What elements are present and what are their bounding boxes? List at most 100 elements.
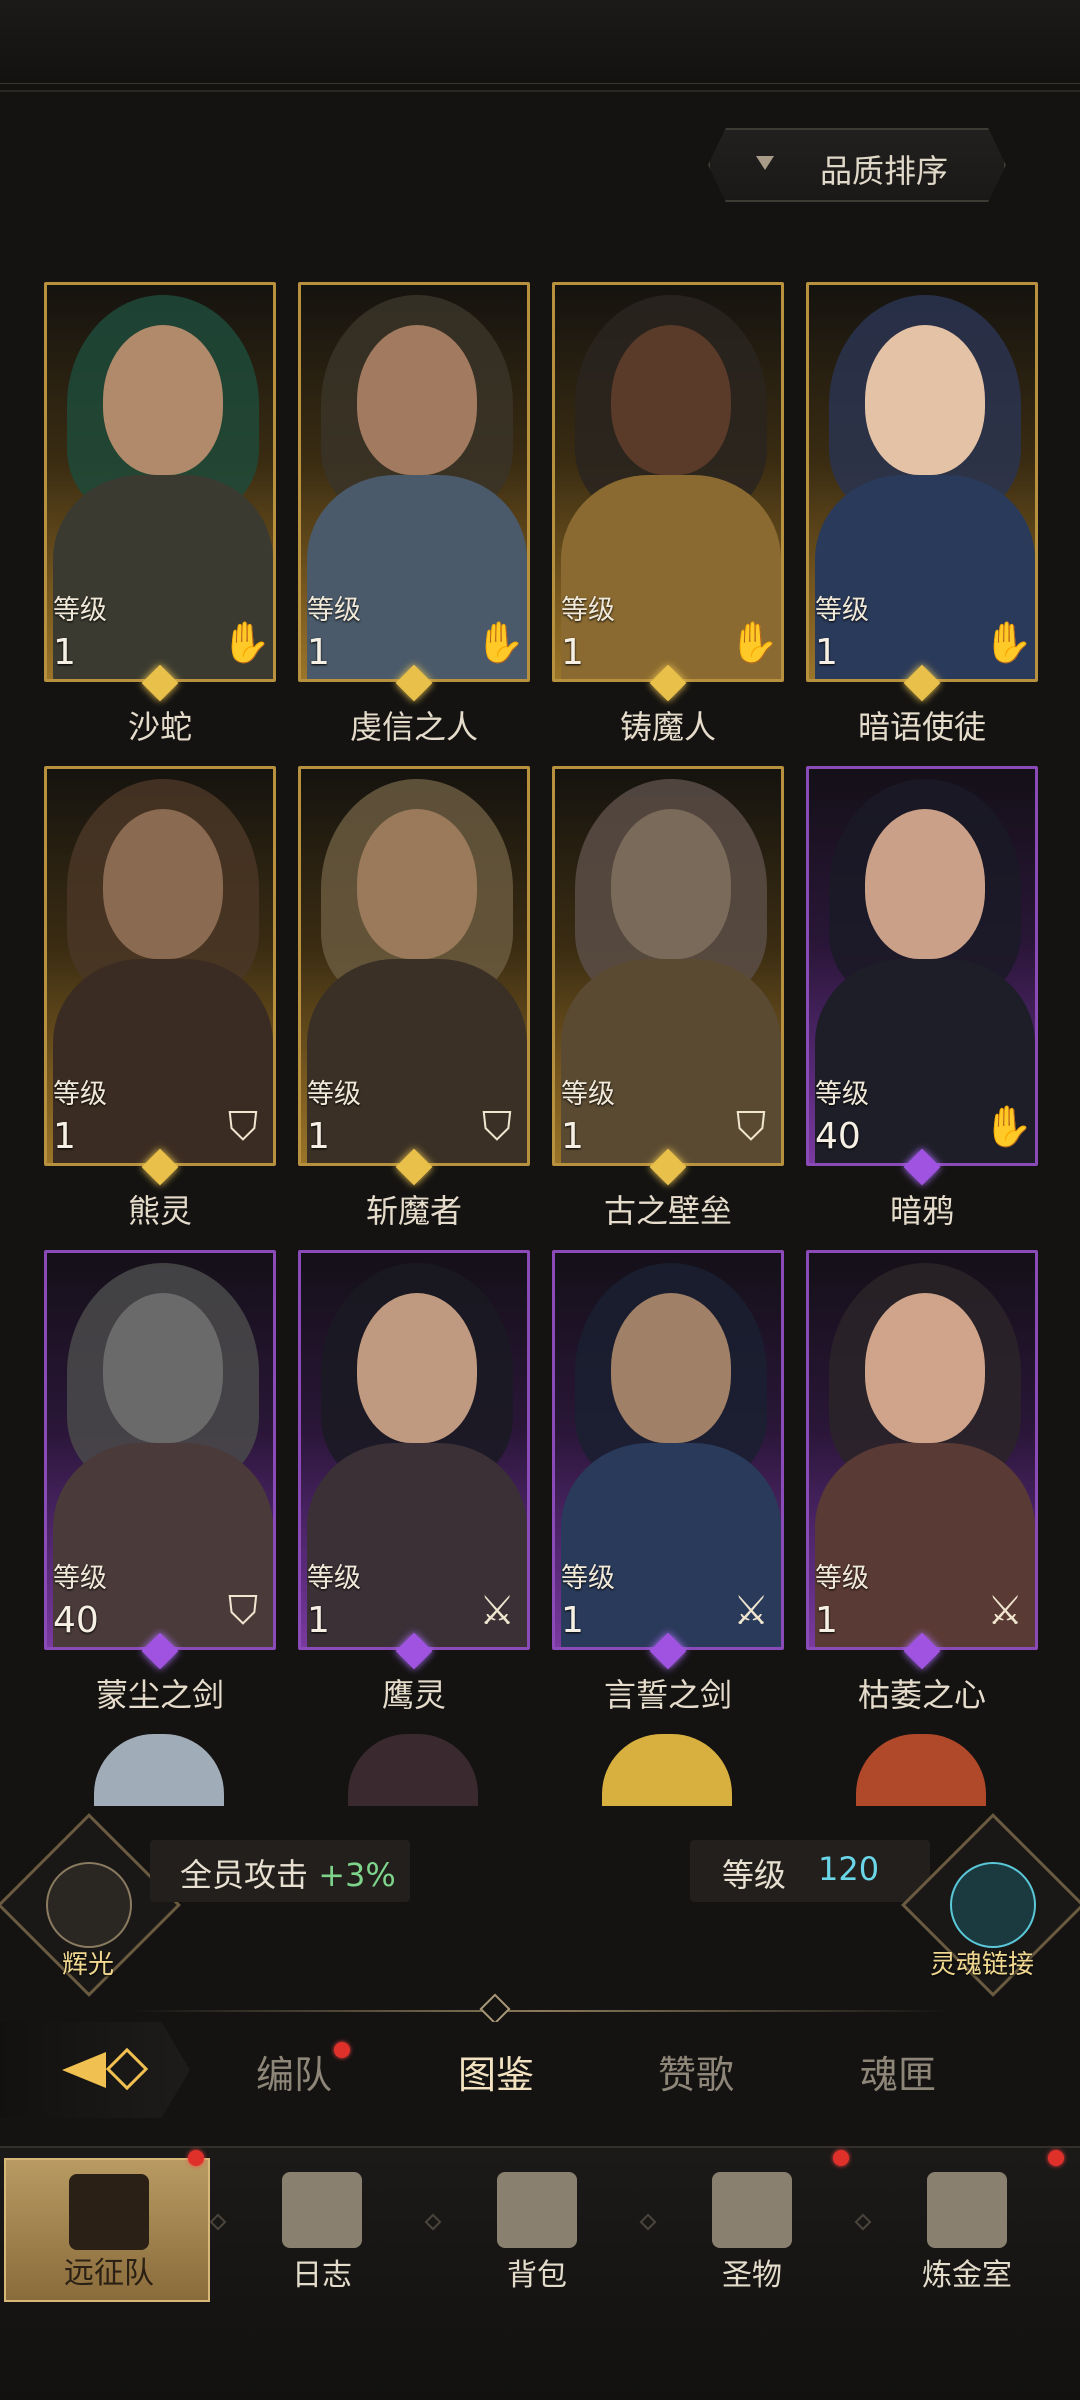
hero-card[interactable]: 等级 40 ⛉ — [44, 1250, 276, 1650]
hero-card-partial[interactable] — [856, 1734, 986, 1806]
compass-icon — [46, 1862, 132, 1948]
buff-bar: 辉光 全员攻击 +3% 等级 120 灵魂链接 — [0, 1810, 1080, 1997]
hero-level-label: 等级 — [561, 1079, 615, 1110]
hero-card-partial[interactable] — [348, 1734, 478, 1806]
hero-level-label: 等级 — [307, 595, 361, 626]
hand-icon: ✋ — [221, 620, 271, 666]
notification-dot — [1048, 2150, 1064, 2166]
hero-portrait-face — [357, 809, 477, 959]
alchemy-icon — [927, 2172, 1007, 2248]
hero-card[interactable]: 等级 1 ✋ — [298, 282, 530, 682]
hero-name: 熊灵 — [127, 1192, 192, 1230]
hand-icon: ✋ — [475, 620, 525, 666]
nav-item[interactable]: 远征队 — [4, 2158, 210, 2302]
hero-name: 斩魔者 — [365, 1192, 462, 1230]
hero-level-label: 等级 — [561, 595, 615, 626]
hero-portrait-face — [103, 325, 223, 475]
hero-level-value: 40 — [53, 1600, 99, 1641]
hero-portrait-face — [865, 325, 985, 475]
shield-icon: ⛉ — [482, 1104, 512, 1150]
hero-portrait-face — [357, 1293, 477, 1443]
hero-level-value: 1 — [815, 1600, 838, 1641]
bottom-navigation: 远征队 日志 背包 圣物 炼金室 — [0, 2146, 1080, 2400]
hero-name: 枯萎之心 — [857, 1676, 986, 1714]
buff-text: 全员攻击 +3% — [180, 1856, 396, 1894]
hero-collection-grid: 等级 1 ✋ 沙蛇 等级 1 ✋ 虔信之人 等级 1 ✋ 铸魔人 等级 1 ✋ 暗语使徒 等级 1 ⛉ 熊灵 等级 1 ⛉ 斩… — [0, 236, 1080, 1806]
notification-dot — [833, 2150, 849, 2166]
hero-card-partial[interactable] — [602, 1734, 732, 1806]
hero-portrait-face — [611, 809, 731, 959]
hero-portrait-face — [103, 1293, 223, 1443]
tab-soul-box[interactable]: 魂匣 — [828, 2044, 968, 2099]
hero-level-label: 等级 — [815, 1563, 869, 1594]
back-button[interactable] — [0, 2022, 190, 2118]
nav-label: 日志 — [292, 2258, 352, 2293]
tab-codex[interactable]: 图鉴 — [426, 2044, 566, 2099]
hero-level-label: 等级 — [307, 1563, 361, 1594]
nav-item[interactable]: 炼金室 — [864, 2158, 1070, 2302]
hero-level-label: 等级 — [815, 595, 869, 626]
sort-quality-button[interactable]: 品质排序 — [708, 128, 1006, 202]
partial-names-row — [0, 204, 1080, 236]
nav-label: 远征队 — [64, 2256, 154, 2291]
hero-card-partial[interactable] — [94, 1734, 224, 1806]
hero-level-value: 1 — [561, 1600, 584, 1641]
backpack-icon — [497, 2172, 577, 2248]
sort-label: 品质排序 — [820, 152, 949, 190]
shield-icon: ⛉ — [228, 1588, 258, 1634]
hero-name: 蒙尘之剑 — [95, 1676, 224, 1714]
scroll-map-icon — [282, 2172, 362, 2248]
diamond-icon — [105, 2047, 149, 2091]
hero-level-label: 等级 — [561, 1563, 615, 1594]
hero-level-value: 1 — [307, 632, 330, 673]
divider — [130, 2010, 950, 2012]
hero-card[interactable]: 等级 1 ⚔ — [806, 1250, 1038, 1650]
hero-name: 言誓之剑 — [603, 1676, 732, 1714]
hero-level-label: 等级 — [307, 1079, 361, 1110]
hero-card[interactable]: 等级 1 ✋ — [806, 282, 1038, 682]
hero-level-value: 1 — [53, 1116, 76, 1157]
nav-label: 背包 — [507, 2258, 567, 2293]
link-icon — [950, 1862, 1036, 1948]
hero-level-value: 1 — [815, 632, 838, 673]
hand-icon: ✋ — [729, 620, 779, 666]
hero-level-label: 等级 — [53, 1079, 107, 1110]
hero-name: 铸魔人 — [619, 708, 716, 746]
hand-icon: ✋ — [983, 620, 1033, 666]
hero-portrait-face — [865, 1293, 985, 1443]
nav-item[interactable]: 圣物 — [649, 2158, 855, 2302]
hero-card[interactable]: 等级 40 ✋ — [806, 766, 1038, 1166]
triangle-down-icon — [756, 156, 774, 170]
hero-name: 暗鸦 — [889, 1192, 954, 1230]
hero-name: 暗语使徒 — [857, 708, 986, 746]
hero-portrait-face — [357, 325, 477, 475]
shield-icon: ⛉ — [228, 1104, 258, 1150]
hero-card[interactable]: 等级 1 ✋ — [552, 282, 784, 682]
nav-item[interactable]: 日志 — [219, 2158, 425, 2302]
soul-link-level-label: 等级 — [722, 1856, 787, 1894]
hero-name: 古之壁垒 — [603, 1192, 732, 1230]
hero-level-value: 1 — [307, 1600, 330, 1641]
nav-item[interactable]: 背包 — [434, 2158, 640, 2302]
soul-link-level-value: 120 — [818, 1850, 880, 1888]
hero-card[interactable]: 等级 1 ⛉ — [298, 766, 530, 1166]
hero-level-value: 1 — [561, 1116, 584, 1157]
hero-name: 沙蛇 — [127, 708, 192, 746]
hero-card[interactable]: 等级 1 ⚔ — [552, 1250, 784, 1650]
top-bar — [0, 0, 1080, 92]
shield-icon: ⛉ — [736, 1104, 766, 1150]
hero-card[interactable]: 等级 1 ✋ — [44, 282, 276, 682]
nav-label: 炼金室 — [922, 2258, 1012, 2293]
notification-dot — [334, 2042, 350, 2058]
sword-icon: ⚔ — [987, 1588, 1023, 1634]
hero-portrait-face — [103, 809, 223, 959]
hero-card[interactable]: 等级 1 ⚔ — [298, 1250, 530, 1650]
buff-value: +3% — [318, 1856, 396, 1894]
hero-card[interactable]: 等级 1 ⛉ — [552, 766, 784, 1166]
sub-tabs: 编队 图鉴 赞歌 魂匣 — [0, 2022, 1080, 2142]
hand-icon: ✋ — [983, 1104, 1033, 1150]
tab-hymn[interactable]: 赞歌 — [626, 2044, 766, 2099]
hero-portrait-face — [611, 325, 731, 475]
hero-card[interactable]: 等级 1 ⛉ — [44, 766, 276, 1166]
hero-name: 鹰灵 — [381, 1676, 446, 1714]
